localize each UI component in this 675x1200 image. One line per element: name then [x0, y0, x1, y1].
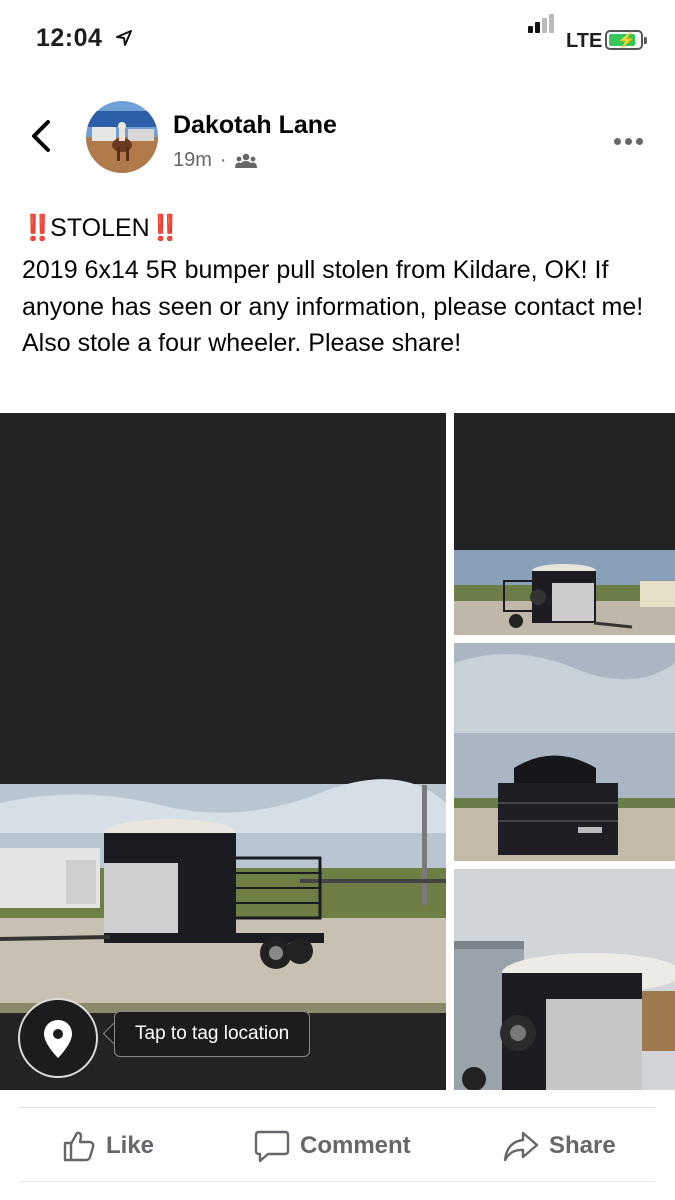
- tag-location-button[interactable]: [18, 998, 98, 1078]
- photo-4[interactable]: [454, 869, 675, 1090]
- charging-bolt-icon: ⚡: [617, 32, 636, 49]
- double-exclamation-emoji: ‼️: [149, 214, 181, 242]
- photo-trailer-side: [0, 413, 446, 1090]
- share-button[interactable]: Share: [503, 1124, 616, 1168]
- network-type: LTE: [566, 30, 603, 52]
- photo-2[interactable]: [454, 413, 675, 635]
- post-time[interactable]: 19m: [173, 149, 212, 172]
- share-arrow-icon: [503, 1131, 539, 1162]
- back-arrow-icon[interactable]: [28, 118, 56, 154]
- like-button[interactable]: Like: [62, 1124, 154, 1168]
- post-title-text: STOLEN: [50, 214, 150, 242]
- actions-divider: [20, 1107, 655, 1108]
- photo-3[interactable]: [454, 643, 675, 861]
- post-meta: 19m ·: [173, 149, 257, 172]
- photo-trailer-front: [454, 643, 675, 861]
- battery-tip: [644, 37, 647, 44]
- location-pin-icon: [44, 1020, 72, 1058]
- battery-icon: ⚡: [605, 30, 643, 50]
- double-exclamation-emoji: ‼️: [22, 214, 53, 242]
- meta-separator: ·: [219, 149, 227, 171]
- like-label: Like: [106, 1132, 155, 1159]
- photo-main[interactable]: [0, 413, 446, 1090]
- comment-label: Comment: [300, 1132, 411, 1159]
- thumbs-up-icon: [63, 1131, 95, 1162]
- author-name[interactable]: Dakotah Lane: [173, 111, 337, 140]
- post-body: 2019 6x14 5R bumper pull stolen from Kil…: [22, 256, 644, 357]
- friends-icon: [234, 153, 257, 168]
- comment-bubble-icon: [254, 1130, 290, 1163]
- avatar-image: [86, 101, 158, 173]
- status-time: 12:04: [36, 24, 103, 52]
- comment-button[interactable]: Comment: [254, 1124, 411, 1168]
- photo-trailer-nose: [454, 869, 675, 1090]
- more-options-icon[interactable]: [614, 132, 647, 150]
- avatar[interactable]: [86, 101, 158, 173]
- bottom-divider: [20, 1181, 655, 1182]
- share-label: Share: [549, 1132, 616, 1159]
- location-tooltip[interactable]: Tap to tag location: [114, 1011, 311, 1057]
- post-title: ‼️STOLEN‼️: [22, 214, 181, 243]
- location-arrow-icon: [116, 30, 132, 46]
- photo-trailer-rear-angle: [454, 413, 675, 635]
